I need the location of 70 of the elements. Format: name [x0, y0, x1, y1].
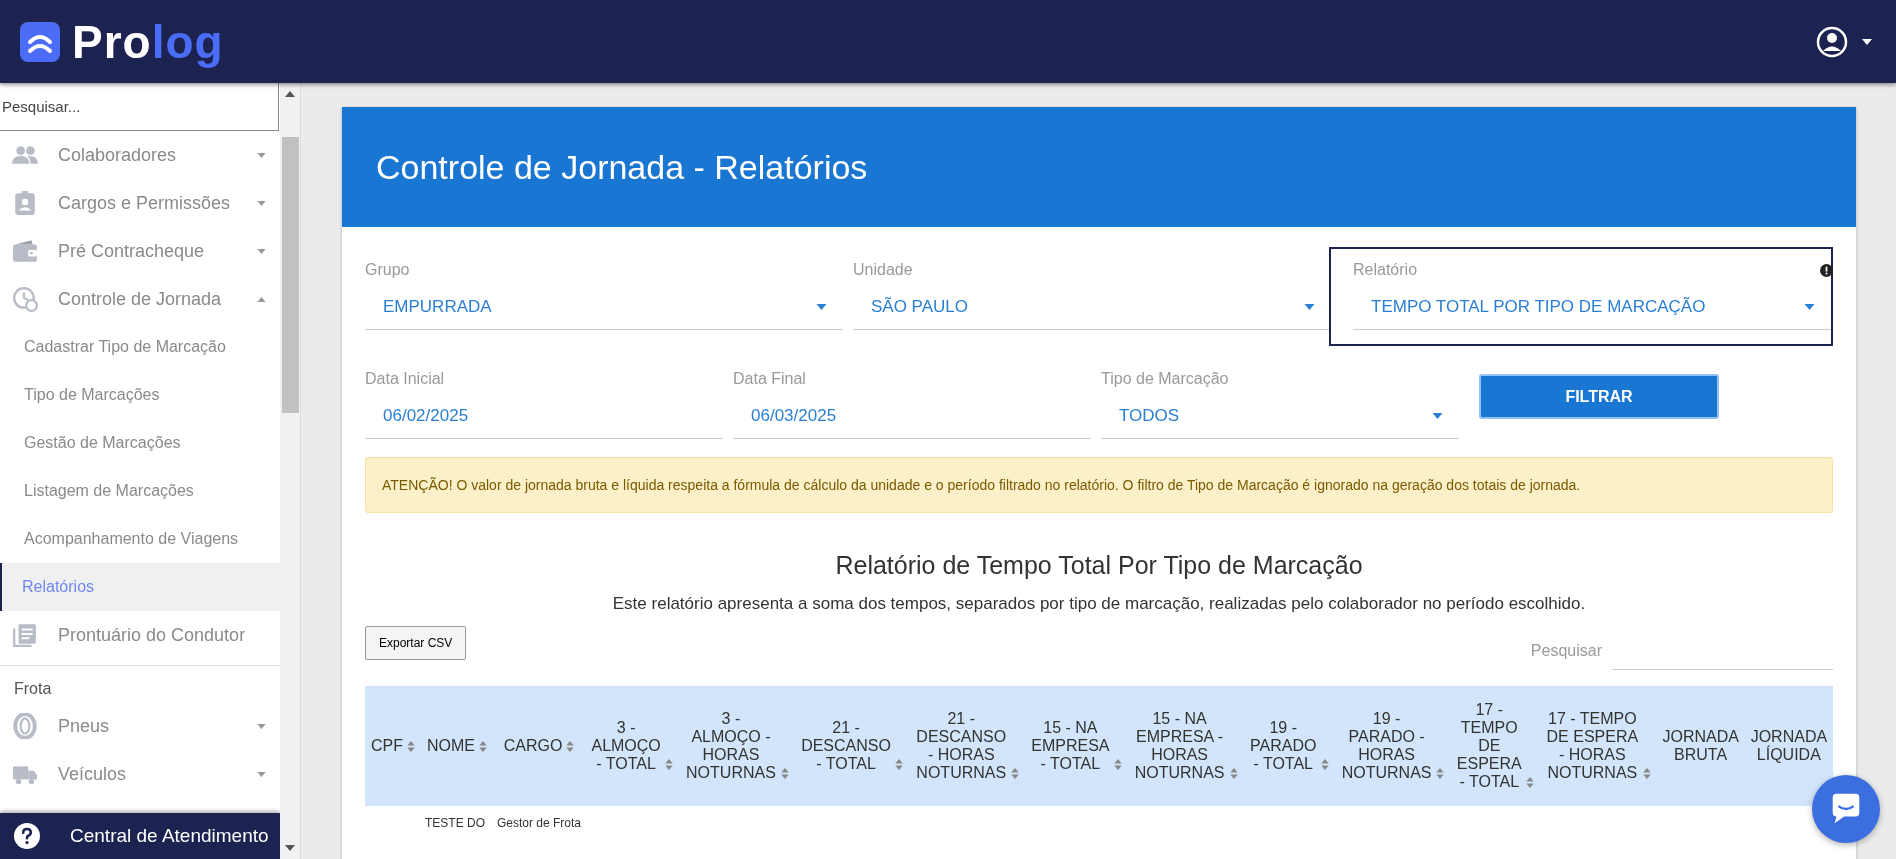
help-icon — [14, 823, 40, 849]
scroll-down-icon[interactable] — [285, 845, 295, 851]
search-field[interactable]: Pesquisar... — [0, 83, 279, 131]
field-label: Relatório — [1353, 261, 1418, 279]
column-header[interactable]: 17 - TEMPO DE ESPERA - HORAS NOTURNAS — [1540, 686, 1657, 806]
sidebar-item[interactable]: Pneus — [0, 702, 280, 750]
submenu-item[interactable]: Relatórios — [0, 563, 280, 611]
column-header[interactable]: JORNADA LÍQUIDA — [1744, 686, 1833, 806]
field-label: Data Inicial — [365, 370, 445, 388]
column-header[interactable]: CPF — [365, 686, 421, 806]
column-header[interactable]: 19 - PARADO - TOTAL — [1243, 686, 1335, 806]
column-header[interactable]: 3 - ALMOÇO - TOTAL — [585, 686, 680, 806]
sidebar-item[interactable]: Cargos e Permissões — [0, 179, 280, 227]
scrollbar[interactable] — [280, 83, 300, 859]
sidebar-item[interactable]: Controle de Jornada — [0, 275, 280, 323]
id-badge-icon — [12, 190, 38, 216]
report-description: Este relatório apresenta a soma dos tempos, separados por tipo de marcação, realizadas pelo colaborador no período escolhido. — [611, 594, 1587, 614]
wallet-icon — [12, 238, 38, 264]
sidebar-item[interactable]: Prontuário do Condutor — [0, 611, 280, 659]
column-header[interactable]: 19 - PARADO - HORAS NOTURNAS — [1334, 686, 1451, 806]
column-header[interactable]: 21 - DESCANSO - HORAS NOTURNAS — [909, 686, 1026, 806]
submenu-item[interactable]: Acompanhamento de Viagens — [0, 515, 280, 563]
table-cell: TESTE DO — [421, 806, 493, 840]
search-label: Pesquisar — [1530, 641, 1602, 660]
user-icon[interactable] — [1816, 25, 1848, 58]
submenu-item[interactable]: Cadastrar Tipo de Marcação — [0, 323, 280, 371]
dropdown-caret-icon — [1432, 413, 1443, 419]
report-title: Relatório de Tempo Total Por Tipo de Marcação — [834, 551, 1364, 580]
submenu-item[interactable]: Listagem de Marcações — [0, 467, 280, 515]
select-field[interactable]: SÃO PAULO — [853, 293, 1331, 330]
date-field[interactable]: 06/03/2025 — [733, 402, 1091, 439]
tire-icon — [12, 713, 38, 739]
logo-text: Prolog — [72, 14, 224, 69]
sidebar-item[interactable]: Veículos — [0, 750, 280, 798]
export-csv-button[interactable]: Exportar CSV — [365, 626, 467, 660]
document-list-icon — [12, 622, 38, 648]
column-header[interactable]: 15 - NA EMPRESA - TOTAL — [1025, 686, 1128, 806]
column-header[interactable]: 17 - TEMPO DE ESPERA - TOTAL — [1450, 686, 1541, 806]
caret-icon[interactable] — [1862, 38, 1872, 45]
field-label: Unidade — [853, 261, 913, 279]
select-field[interactable]: EMPURRADA — [365, 293, 843, 330]
select-field[interactable]: TODOS — [1101, 402, 1459, 439]
logo-icon — [20, 21, 60, 62]
filter-button[interactable]: FILTRAR — [1479, 374, 1719, 419]
date-field[interactable]: 06/02/2025 — [365, 402, 723, 439]
field-label: Tipo de Marcação — [1101, 370, 1229, 388]
column-header[interactable]: 3 - ALMOÇO - HORAS NOTURNAS — [679, 686, 795, 806]
scroll-up-icon[interactable] — [285, 91, 295, 97]
dropdown-caret-icon — [1304, 304, 1315, 310]
warning-message: ATENÇÃO! O valor de jornada bruta e líquida respeita a fórmula de cálculo da unidade e o período filtrado no relatório. O filtro de Tipo de Marcação é ignorado na geração dos totais de jornada. — [365, 457, 1833, 513]
submenu-item[interactable]: Tipo de Marcações — [0, 371, 280, 419]
clock-icon — [12, 286, 38, 312]
submenu-item[interactable]: Gestão de Marcações — [0, 419, 280, 467]
field-label: Grupo — [365, 261, 410, 279]
column-header[interactable]: NOME — [421, 686, 493, 806]
help-center-button[interactable]: Central de Atendimento — [0, 813, 280, 859]
dropdown-caret-icon — [816, 304, 827, 310]
sidebar-item[interactable]: Colaboradores — [0, 131, 280, 179]
column-header[interactable]: 15 - NA EMPRESA - HORAS NOTURNAS — [1127, 686, 1244, 806]
field-label: Data Final — [733, 370, 806, 388]
dropdown-caret-icon — [1804, 304, 1815, 310]
column-header[interactable]: CARGO — [493, 686, 586, 806]
section-label: Frota — [13, 679, 53, 699]
column-header[interactable]: JORNADA BRUTA — [1656, 686, 1745, 806]
info-icon[interactable] — [1820, 264, 1833, 277]
page-title: Controle de Jornada - Relatórios — [376, 147, 868, 187]
column-header[interactable]: 21 - DESCANSO - TOTAL — [794, 686, 910, 806]
sidebar-item[interactable]: Pré Contracheque — [0, 227, 280, 275]
table-cell: Gestor de Frota — [493, 806, 586, 840]
select-field[interactable]: TEMPO TOTAL POR TIPO DE MARCAÇÃO — [1353, 293, 1831, 330]
